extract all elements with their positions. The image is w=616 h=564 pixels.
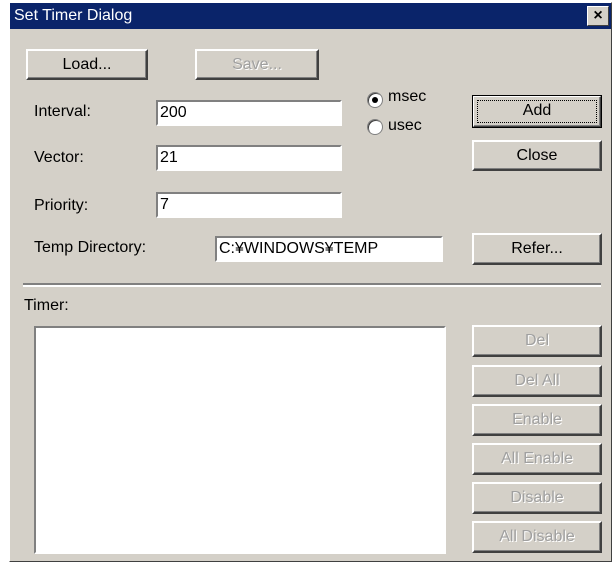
timer-list[interactable]	[34, 326, 446, 554]
usec-label: usec	[388, 117, 422, 134]
interval-field[interactable]	[156, 100, 342, 126]
interval-label: Interval:	[34, 103, 91, 120]
disable-button[interactable]: Disable	[472, 482, 602, 514]
msec-label: msec	[388, 88, 427, 105]
radio-selected-dot	[372, 97, 378, 103]
msec-radio[interactable]	[367, 92, 383, 108]
refer-button[interactable]: Refer...	[472, 233, 602, 265]
save-button[interactable]: Save...	[195, 49, 319, 80]
enable-button[interactable]: Enable	[472, 404, 602, 436]
title-bar[interactable]: Set Timer Dialog ×	[10, 3, 611, 29]
set-timer-dialog: Set Timer Dialog × Load... Save... Inter…	[9, 2, 612, 562]
timer-label: Timer:	[24, 297, 69, 314]
close-button[interactable]: Close	[472, 140, 602, 171]
priority-field[interactable]	[156, 192, 342, 218]
temp-directory-field[interactable]	[215, 236, 443, 262]
priority-label: Priority:	[34, 197, 89, 214]
dialog-title: Set Timer Dialog	[14, 7, 133, 24]
vector-field[interactable]	[156, 145, 342, 171]
focus-rect	[477, 100, 597, 123]
all-enable-button[interactable]: All Enable	[472, 443, 602, 475]
close-icon[interactable]: ×	[587, 6, 609, 26]
add-button[interactable]: Add	[472, 95, 602, 128]
separator	[23, 283, 601, 287]
usec-radio[interactable]	[367, 119, 383, 135]
vector-label: Vector:	[34, 149, 84, 166]
del-button[interactable]: Del	[472, 325, 602, 357]
temp-directory-label: Temp Directory:	[34, 239, 147, 256]
all-disable-button[interactable]: All Disable	[472, 521, 602, 553]
load-button[interactable]: Load...	[26, 49, 148, 80]
del-all-button[interactable]: Del All	[472, 365, 602, 397]
